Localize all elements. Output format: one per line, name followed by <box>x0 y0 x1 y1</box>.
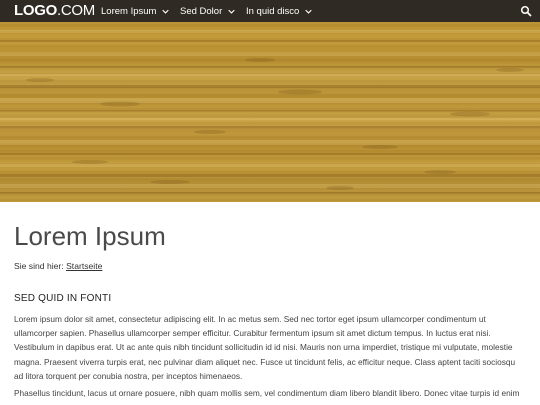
breadcrumb-link-startseite[interactable]: Startseite <box>66 261 102 271</box>
logo-text-light: .COM <box>56 2 95 19</box>
nav-item-in-quid-disco[interactable]: In quid disco <box>246 0 313 22</box>
stone-texture <box>0 30 540 194</box>
section-heading: SED QUID IN FONTI <box>14 293 112 304</box>
paragraph: Lorem ipsum dolor sit amet, consectetur … <box>14 314 516 381</box>
nav-item-sed-dolor[interactable]: Sed Dolor <box>180 0 235 22</box>
chevron-down-icon <box>228 9 235 14</box>
site-logo[interactable]: LOGO.COM <box>14 3 95 19</box>
search-icon[interactable] <box>520 5 532 17</box>
breadcrumb: Sie sind hier: Startseite <box>14 261 102 271</box>
logo-text-strong: LOGO <box>14 2 57 19</box>
nav-item-lorem-ipsum[interactable]: Lorem Ipsum <box>101 0 170 22</box>
nav-item-label: Sed Dolor <box>180 5 223 17</box>
top-navigation-bar: LOGO.COM Lorem Ipsum Sed Dolor In quid d… <box>0 0 540 22</box>
paragraph: Phasellus tincidunt, lacus ut ornare pos… <box>14 388 520 398</box>
chevron-down-icon <box>162 9 170 14</box>
nav-item-label: Lorem Ipsum <box>101 5 157 17</box>
hero-image <box>0 22 540 202</box>
chevron-down-icon <box>305 9 313 14</box>
page-title: Lorem Ipsum <box>14 221 166 251</box>
nav-item-label: In quid disco <box>246 5 300 17</box>
breadcrumb-prefix: Sie sind hier: <box>14 261 64 271</box>
